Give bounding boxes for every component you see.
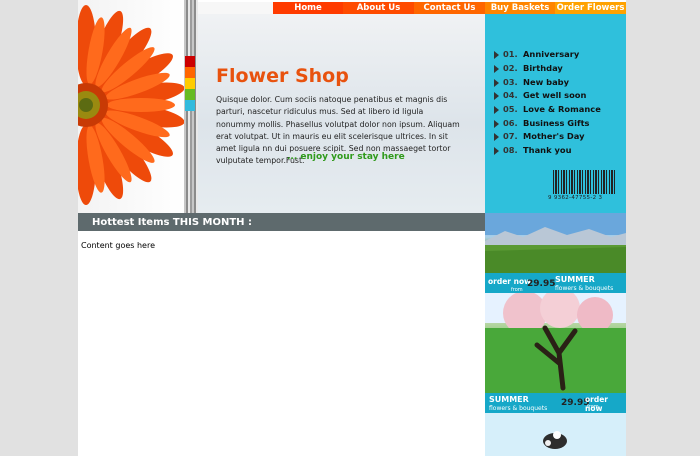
swatch-yellow — [185, 78, 195, 89]
meadow-image-icon — [485, 213, 626, 273]
summer-sub-label: flowers & bouquets — [489, 405, 548, 412]
barcode-number: 9 9362-47755-2 3 — [548, 195, 603, 201]
arrow-right-icon — [494, 65, 499, 73]
blossom-tree-icon — [485, 293, 626, 393]
arrow-right-icon — [494, 120, 499, 128]
gerbera-flower-icon — [78, 5, 184, 205]
swatch-green — [185, 89, 195, 100]
arrow-right-icon — [494, 147, 499, 155]
order-now-label[interactable]: order now — [488, 277, 531, 286]
content-text: Content goes here — [81, 241, 155, 250]
hottest-title: Hottest Items THIS MONTH : — [92, 217, 253, 228]
top-nav: Home About Us Contact Us Buy Baskets Ord… — [273, 2, 626, 14]
summer-banner-1[interactable]: order now from 29.95 SUMMER flowers & bo… — [485, 213, 626, 293]
price-label: 29.95 — [527, 279, 556, 289]
summer-label: SUMMER — [489, 395, 529, 404]
summer-sub-label: flowers & bouquets — [555, 285, 614, 292]
arrow-right-icon — [494, 92, 499, 100]
nav-order-flowers[interactable]: Order Flowers — [555, 2, 626, 14]
page-container: Home About Us Contact Us Buy Baskets Ord… — [78, 0, 626, 456]
arrow-right-icon — [494, 51, 499, 59]
nav-buy-baskets[interactable]: Buy Baskets — [485, 2, 555, 14]
swatch-blue — [185, 100, 195, 111]
swatch-orange — [185, 67, 195, 78]
nav-home[interactable]: Home — [273, 2, 343, 14]
barcode-icon — [553, 170, 615, 194]
page-title: Flower Shop — [216, 65, 349, 87]
banner-3[interactable] — [485, 413, 626, 456]
summer-banner-2[interactable]: SUMMER flowers & bouquets 29.95 order no… — [485, 293, 626, 413]
hero-tagline: ... enjoy your stay here — [287, 152, 405, 162]
nav-about-us[interactable]: About Us — [343, 2, 414, 14]
from-label: from — [587, 404, 599, 410]
basket-image-icon — [485, 413, 626, 456]
summer-label: SUMMER — [555, 275, 595, 284]
flower-image — [78, 0, 184, 213]
nav-strip — [198, 2, 273, 14]
arrow-right-icon — [494, 106, 499, 114]
arrow-right-icon — [494, 79, 499, 87]
nav-contact-us[interactable]: Contact Us — [414, 2, 485, 14]
arrow-right-icon — [494, 133, 499, 141]
swatch-red — [185, 56, 195, 67]
